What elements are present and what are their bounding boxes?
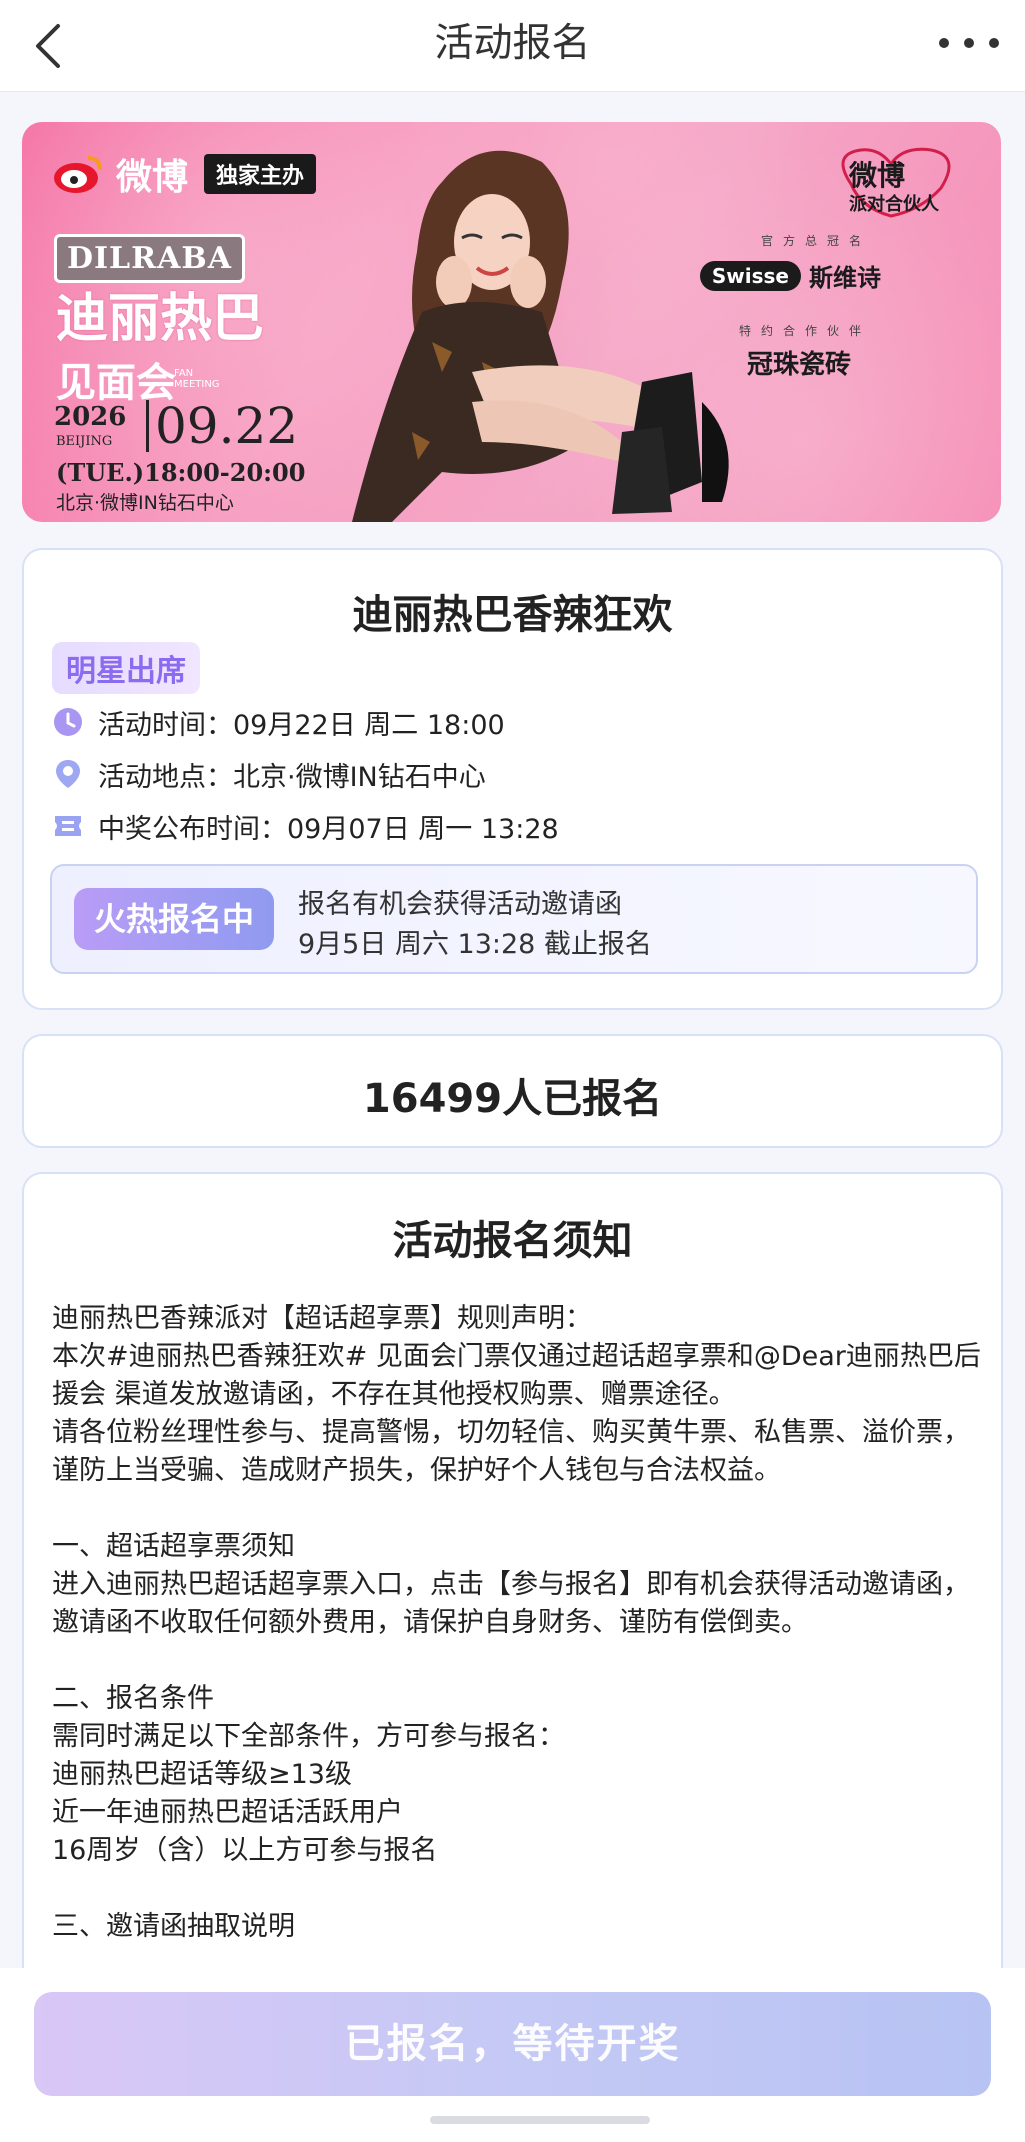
host-tag: 独家主办 bbox=[204, 154, 317, 194]
banner-year: 2026 bbox=[54, 402, 127, 432]
banner-time: (TUE.)18:00-20:00 bbox=[56, 458, 306, 487]
weibo-logo: 微博 独家主办 bbox=[52, 148, 317, 200]
bottom-action-bar: 已报名，等待开奖 bbox=[0, 1968, 1025, 2142]
notice-title: 活动报名须知 bbox=[24, 1208, 1001, 1266]
event-time-row: 活动时间：09月22日 周二 18:00 bbox=[52, 702, 505, 742]
party-partner-logo: 微博 派对合伙人 bbox=[831, 144, 961, 218]
dilraba-logo: DILRABA bbox=[54, 234, 245, 283]
banner-title: 迪丽热巴 bbox=[56, 288, 265, 349]
hot-signup-tag: 火热报名中 bbox=[74, 888, 274, 950]
banner-city: BEIJING bbox=[56, 434, 113, 449]
announce-time-row: 中奖公布时间：09月07日 周一 13:28 bbox=[52, 806, 559, 846]
signup-hint: 报名有机会获得活动邀请函 bbox=[298, 889, 622, 920]
banner-venue: 北京·微博IN钻石中心 bbox=[56, 492, 234, 514]
swisse-logo: Swisse 斯维诗 bbox=[699, 258, 881, 293]
ticket-icon bbox=[55, 816, 81, 836]
clock-icon bbox=[54, 708, 82, 736]
event-info-card: 迪丽热巴香辣狂欢 明星出席 活动时间：09月22日 周二 18:00 活动地点：… bbox=[22, 548, 1003, 1010]
partner-label: 特约合作伙伴 bbox=[738, 324, 871, 338]
star-attend-tag: 明星出席 bbox=[52, 642, 200, 694]
celebrity-photo bbox=[352, 150, 729, 522]
signup-count: 16499人已报名 bbox=[24, 1066, 1001, 1124]
banner-date: 09.22 bbox=[146, 400, 298, 452]
sponsor-label: 官方总冠名 bbox=[760, 234, 871, 248]
notice-paragraph: 二、报名条件 需同时满足以下全部条件，方可参与报名： 迪丽热巴超话等级≥13级 … bbox=[52, 1683, 565, 1866]
fan-meeting-text: FAN MEETING bbox=[174, 368, 220, 390]
notice-paragraph: 一、超话超享票须知 进入迪丽热巴超话超享票入口，点击【参与报名】即有机会获得活动… bbox=[52, 1531, 970, 1638]
top-nav-bar: 活动报名 bbox=[0, 0, 1025, 92]
event-banner[interactable]: 微博 独家主办 DILRABA 迪丽热巴 见面会 FAN MEETING 202… bbox=[22, 122, 1001, 522]
home-indicator bbox=[430, 2116, 650, 2124]
more-button[interactable] bbox=[939, 28, 999, 58]
notice-body: 迪丽热巴香辣派对【超话超享票】规则声明： 本次#迪丽热巴香辣狂欢# 见面会门票仅… bbox=[52, 1300, 982, 1946]
notice-paragraph: 迪丽热巴香辣派对【超话超享票】规则声明： 本次#迪丽热巴香辣狂欢# 见面会门票仅… bbox=[52, 1303, 981, 1486]
notice-paragraph: 三、邀请函抽取说明 bbox=[52, 1911, 295, 1942]
signup-count-card: 16499人已报名 bbox=[22, 1034, 1003, 1148]
signup-deadline: 9月5日 周六 13:28 截止报名 bbox=[298, 929, 652, 960]
event-title: 迪丽热巴香辣狂欢 bbox=[24, 582, 1001, 640]
weibo-eye-icon bbox=[54, 156, 102, 193]
event-place-row: 活动地点：北京·微博IN钻石中心 bbox=[52, 754, 486, 794]
more-dots-icon bbox=[939, 38, 949, 48]
signup-status-box: 火热报名中 报名有机会获得活动邀请函 9月5日 周六 13:28 截止报名 bbox=[50, 864, 978, 974]
guanzhu-logo: 冠珠瓷砖 bbox=[746, 350, 851, 380]
location-pin-icon bbox=[56, 760, 80, 788]
page-title: 活动报名 bbox=[434, 21, 591, 66]
signed-up-button[interactable]: 已报名，等待开奖 bbox=[34, 1992, 991, 2096]
